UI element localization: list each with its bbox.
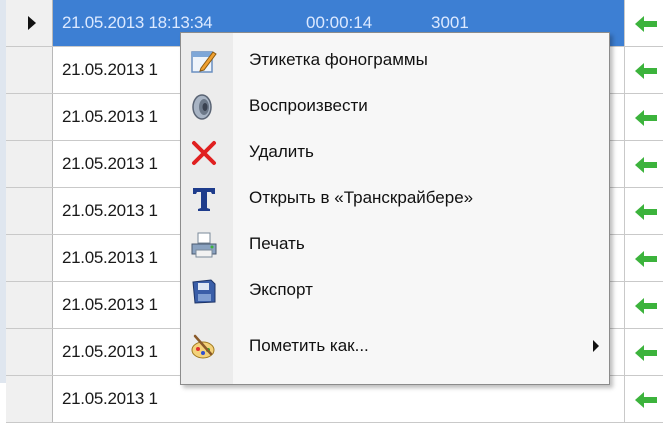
menu-item-label: Открыть в «Транскрайбере» [249,188,474,207]
cell-date[interactable]: 21.05.2013 1 [62,248,158,268]
cell-date[interactable]: 21.05.2013 1 [62,60,158,80]
menu-item-export[interactable]: Экспорт [181,267,609,313]
menu-item-label: Этикетка фонограммы [249,50,428,69]
menu-item-print[interactable]: Печать [181,221,609,267]
menu-item-delete[interactable]: Удалить [181,129,609,175]
cell-date[interactable]: 21.05.2013 18:13:34 [62,13,213,33]
menu-item-play[interactable]: Воспроизвести [181,83,609,129]
incoming-arrow-icon [635,16,657,32]
cell-duration[interactable]: 00:00:14 [306,13,372,33]
menu-item-label: Удалить [249,142,314,161]
incoming-arrow-icon [635,298,657,314]
cell-date[interactable]: 21.05.2013 1 [62,342,158,362]
menu-item-mark-as[interactable]: Пометить как... [181,323,609,369]
cell-direction[interactable] [624,282,663,328]
cell-number[interactable]: 3001 [431,13,469,33]
current-row-indicator-icon [28,16,36,30]
transcriber-t-icon [193,188,215,211]
cell-date[interactable]: 21.05.2013 1 [62,154,158,174]
menu-item-label: Экспорт [249,280,313,299]
cell-direction[interactable] [624,47,663,93]
incoming-arrow-icon [635,157,657,173]
cell-date[interactable]: 21.05.2013 1 [62,295,158,315]
label-edit-icon [191,51,217,73]
cell-direction[interactable] [624,94,663,140]
incoming-arrow-icon [635,345,657,361]
row-header[interactable] [6,235,53,281]
row-header[interactable] [6,188,53,234]
context-menu: Этикетка фонограммы Воспроизвести Удалит… [180,32,610,385]
cell-direction[interactable] [624,188,663,234]
mark-paint-icon [191,334,215,359]
menu-item-label: Печать [249,234,305,253]
cell-date[interactable]: 21.05.2013 1 [62,389,158,409]
incoming-arrow-icon [635,392,657,408]
submenu-arrow-icon [593,340,599,352]
speaker-icon [192,94,212,120]
cell-date[interactable]: 21.05.2013 1 [62,201,158,221]
menu-item-label: Воспроизвести [249,96,368,115]
cell-direction[interactable] [624,329,663,375]
printer-icon [191,232,217,258]
incoming-arrow-icon [635,110,657,126]
incoming-arrow-icon [635,63,657,79]
incoming-arrow-icon [635,204,657,220]
row-header[interactable] [6,94,53,140]
menu-item-open-transcriber[interactable]: Открыть в «Транскрайбере» [181,175,609,221]
row-header[interactable] [6,282,53,328]
row-header[interactable] [6,47,53,93]
cell-direction[interactable] [624,0,663,46]
menu-item-label: Пометить как... [249,336,369,355]
row-header[interactable] [6,329,53,375]
export-disk-icon [192,279,216,304]
cell-direction[interactable] [624,141,663,187]
incoming-arrow-icon [635,251,657,267]
row-header[interactable] [6,0,53,46]
menu-item-label-edit[interactable]: Этикетка фонограммы [181,37,609,83]
row-header[interactable] [6,141,53,187]
cell-direction[interactable] [624,235,663,281]
cell-date[interactable]: 21.05.2013 1 [62,107,158,127]
delete-x-icon [192,141,216,165]
